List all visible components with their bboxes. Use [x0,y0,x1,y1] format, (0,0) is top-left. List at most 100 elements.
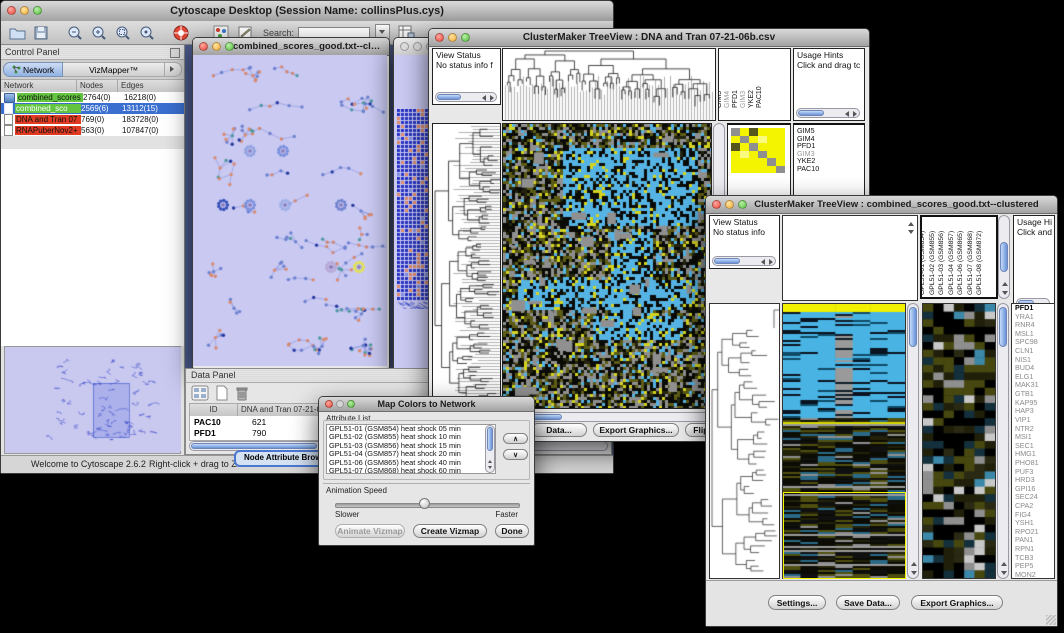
close-icon[interactable] [7,6,16,15]
treeview-dna-title-bar[interactable]: ClusterMaker TreeView : DNA and Tran 07-… [429,29,869,47]
network-overview-canvas[interactable] [5,347,181,451]
column-label[interactable]: GIM3 [740,91,747,108]
gene-label[interactable]: PEP5 [1015,562,1054,571]
scroll-down-icon[interactable] [908,230,914,234]
gene-label[interactable]: KAP95 [1015,399,1054,408]
network-tree-row[interactable]: RNAPuberNov2+ 563(0) 107847(0) [1,125,184,136]
resize-grip[interactable] [1046,615,1056,625]
gene-label[interactable]: GTB1 [1015,390,1054,399]
gene-label[interactable]: HMG1 [1015,450,1054,459]
gene-label[interactable]: SPC98 [1015,338,1054,347]
scrollbar-thumb[interactable] [437,94,461,100]
gene-label[interactable]: MSI1 [1015,433,1054,442]
column-label[interactable]: GIM4 [724,91,731,108]
column-label[interactable]: YKE2 [748,90,755,108]
gene-label[interactable]: HAP3 [1015,407,1054,416]
tab-overflow-button[interactable] [165,62,182,77]
scroll-up-icon[interactable] [911,562,917,566]
column-label[interactable]: PAC10 [756,86,763,108]
close-icon[interactable] [712,200,721,209]
combined-global-heatmap[interactable] [782,303,906,579]
tab-network[interactable]: Network [3,62,63,77]
move-down-button[interactable]: ∨ [503,449,528,460]
column-label[interactable]: GPL51-02 (GSM855) [929,231,936,295]
attribute-listbox[interactable]: GPL51-01 (GSM854) heat shock 05 min GPL51… [326,424,496,474]
column-labels-vscrollbar[interactable] [998,215,1010,299]
column-label[interactable]: GPL51-08 (GSM872) [976,231,983,295]
export-graphics-button[interactable]: Export Graphics... [593,423,679,437]
scrollbar-thumb[interactable] [714,258,740,264]
gene-label[interactable]: MON2 [1015,571,1054,579]
minimize-icon[interactable] [212,42,221,51]
detail-heatmap-vscrollbar[interactable] [997,303,1009,579]
dialog-title-bar[interactable]: Map Colors to Network [319,397,534,412]
attribute-list-vscrollbar[interactable] [485,425,495,473]
row-label[interactable]: GIM5 [797,127,864,135]
network-tree-row[interactable]: combined_sco 2569(6) 13112(15) [1,103,184,114]
main-title-bar[interactable]: Cytoscape Desktop (Session Name: collins… [1,1,613,22]
scroll-down-icon[interactable] [1002,291,1008,295]
save-data-button[interactable]: Save Data... [836,595,900,610]
combined-row-dendrogram-canvas[interactable] [710,304,779,578]
gene-label[interactable]: MAK31 [1015,381,1054,390]
dna-heatmap-hscrollbar[interactable] [502,412,724,422]
gene-label[interactable]: NIS1 [1015,356,1054,365]
dna-row-dendrogram[interactable] [432,123,501,409]
scroll-right-icon[interactable] [853,111,857,117]
attribute-list-item[interactable]: GPL51-04 (GSM857) heat shock 20 min [327,450,495,458]
gene-label[interactable]: MSL1 [1015,330,1054,339]
dna-heatmap-canvas[interactable] [503,124,711,408]
gene-label[interactable]: PAN1 [1015,536,1054,545]
gene-label[interactable]: GPI16 [1015,485,1054,494]
network-view-canvas[interactable] [193,55,387,366]
save-icon[interactable] [29,23,53,43]
attribute-list-item[interactable]: GPL51-07 (GSM868) heat shock 60 min [327,467,495,474]
dna-row-dendrogram-canvas[interactable] [433,124,500,408]
move-up-button[interactable]: ∧ [503,433,528,444]
scrollbar-thumb[interactable] [999,307,1007,347]
gene-label[interactable]: YSH1 [1015,519,1054,528]
gene-label[interactable]: FIG4 [1015,511,1054,520]
gene-label[interactable]: NTR2 [1015,425,1054,434]
column-label[interactable]: GIM5 [718,91,723,108]
scroll-left-icon[interactable] [845,111,849,117]
attribute-list-item[interactable]: GPL51-01 (GSM854) heat shock 05 min [327,425,495,433]
gene-label[interactable]: PHO81 [1015,459,1054,468]
gene-label[interactable]: PFD1 [1015,304,1054,313]
save-data-button[interactable]: Data... [531,423,587,437]
speed-slider-thumb[interactable] [419,498,430,509]
column-label[interactable]: GPL51-01 (GSM854) [920,231,926,295]
dna-column-dendrogram-canvas[interactable] [503,49,715,120]
minimize-icon[interactable] [20,6,29,15]
export-graphics-button[interactable]: Export Graphics... [911,595,1003,610]
attribute-list-item[interactable]: GPL51-03 (GSM856) heat shock 15 min [327,442,495,450]
combined-row-dendrogram[interactable] [709,303,780,579]
network-tree-row[interactable]: combined_scores 2764(0) 16218(0) [1,92,184,103]
done-button[interactable]: Done [495,524,529,538]
zoom-window-icon[interactable] [225,42,234,51]
minimize-icon[interactable] [336,400,344,408]
column-label[interactable]: GPL51-06 (GSM865) [957,231,964,295]
scroll-up-icon[interactable] [908,222,914,226]
scroll-up-icon[interactable] [488,460,492,463]
gene-label[interactable]: CPA2 [1015,502,1054,511]
scroll-right-icon[interactable] [490,95,494,101]
minimize-icon[interactable] [413,42,422,51]
close-icon[interactable] [199,42,208,51]
gene-label[interactable]: VIP1 [1015,416,1054,425]
gene-label[interactable]: TCB3 [1015,554,1054,563]
zoom-out-icon[interactable] [63,23,87,43]
scrollbar-thumb[interactable] [909,307,917,347]
gene-label[interactable]: RNR4 [1015,321,1054,330]
scroll-up-icon[interactable] [1002,282,1008,286]
scroll-down-icon[interactable] [911,571,917,575]
gene-label[interactable]: YRA1 [1015,313,1054,322]
scrollbar-thumb[interactable] [1000,242,1008,272]
zoom-window-icon[interactable] [33,6,42,15]
zoom-window-icon[interactable] [347,400,355,408]
gene-label[interactable]: SEC1 [1015,442,1054,451]
row-label[interactable]: YKE2 [797,157,864,165]
view-status-scrollbar[interactable] [712,256,776,266]
scroll-up-icon[interactable] [1001,562,1007,566]
view-status-scrollbar[interactable] [435,92,497,102]
